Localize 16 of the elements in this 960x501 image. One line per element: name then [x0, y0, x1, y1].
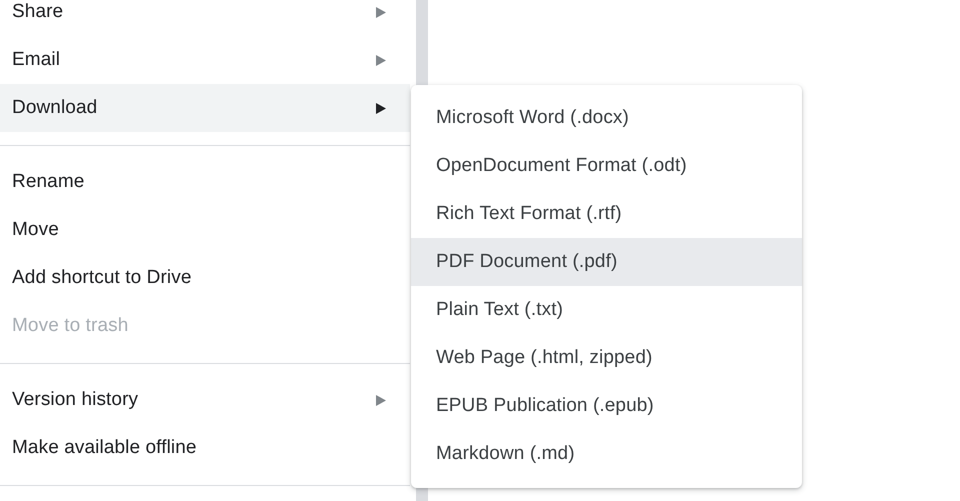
menu-item[interactable]: Make available offline — [0, 424, 410, 472]
menu-item[interactable]: Download — [0, 84, 410, 132]
format-option[interactable]: Microsoft Word (.docx) — [411, 94, 802, 142]
format-option[interactable]: PDF Document (.pdf) — [411, 238, 802, 286]
menu-item[interactable]: Rename — [0, 158, 410, 206]
format-option[interactable]: Rich Text Format (.rtf) — [411, 190, 802, 238]
format-option[interactable]: OpenDocument Format (.odt) — [411, 142, 802, 190]
format-option[interactable]: EPUB Publication (.epub) — [411, 382, 802, 430]
menu-item[interactable]: Email — [0, 36, 410, 84]
menu-item[interactable]: Move — [0, 206, 410, 254]
format-option[interactable]: Web Page (.html, zipped) — [411, 334, 802, 382]
format-option[interactable]: Markdown (.md) — [411, 430, 802, 478]
menu-item[interactable]: Version history — [0, 376, 410, 424]
format-option[interactable]: Plain Text (.txt) — [411, 286, 802, 334]
menu-item[interactable]: Add shortcut to Drive — [0, 254, 410, 302]
menu-item[interactable]: Share — [0, 0, 410, 36]
